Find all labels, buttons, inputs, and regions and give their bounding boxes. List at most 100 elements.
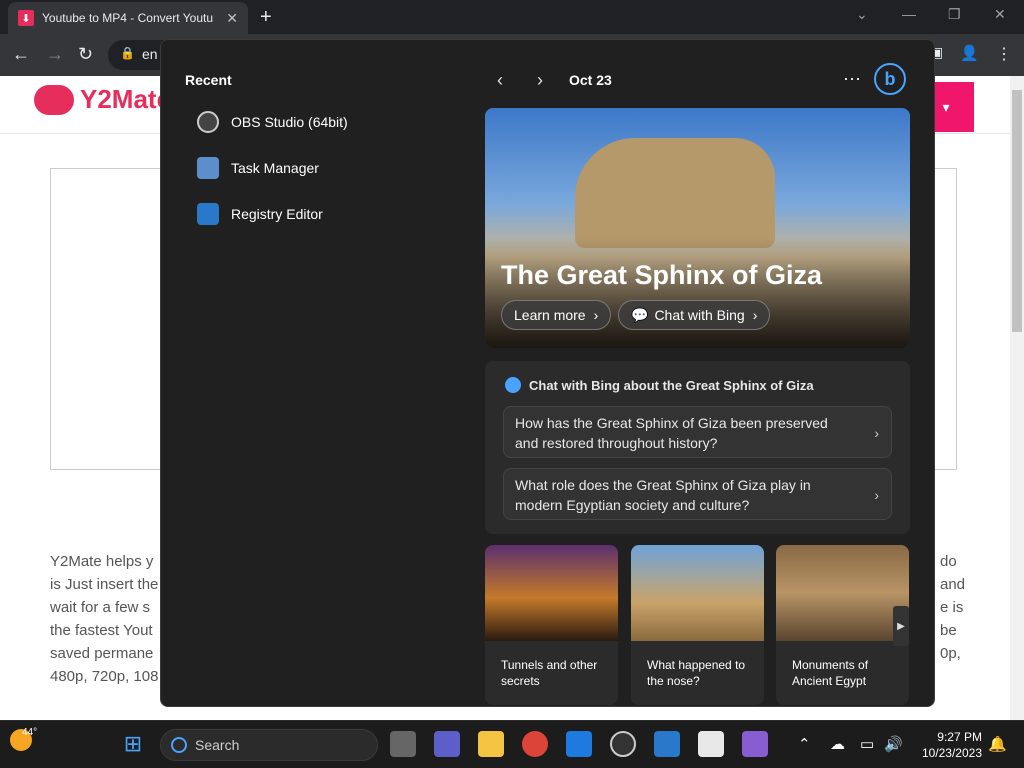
chevron-right-icon: › [874,487,879,503]
paragraph-line: do [940,553,957,570]
tab-strip: ⬇ Youtube to MP4 - Convert Youtu ✕ + ⌄ —… [0,0,1024,34]
chat-suggestions-card: Chat with Bing about the Great Sphinx of… [485,361,910,534]
card-title: Tunnels and other secrets [501,658,598,688]
clock[interactable]: 9:27 PM 10/23/2023 [912,729,982,761]
feed-date: Oct 23 [569,72,612,88]
taskbar-search[interactable]: Search [160,729,378,761]
lock-icon: 🔒 [120,46,135,60]
obs-icon[interactable] [610,731,636,757]
reload-icon[interactable]: ↻ [78,44,93,65]
bing-icon [505,377,521,393]
paragraph-line: be [940,622,957,639]
chat-with-bing-label: Chat with Bing [654,307,745,323]
next-icon[interactable]: › [537,70,543,91]
suggested-question[interactable]: How has the Great Sphinx of Giza been pr… [503,406,892,458]
paragraph-line: 0p, [940,645,961,662]
learn-more-button[interactable]: Learn more › [501,300,612,330]
new-tab-button[interactable]: + [260,6,272,29]
cloud-icon[interactable]: ☁ [830,735,845,753]
url-text: en [142,46,158,62]
tab-title: Youtube to MP4 - Convert Youtu [42,11,214,25]
hero-card[interactable]: The Great Sphinx of Giza Learn more › 💬 … [485,108,910,348]
browser-tab[interactable]: ⬇ Youtube to MP4 - Convert Youtu ✕ [8,2,248,34]
chevron-up-icon[interactable]: ⌃ [798,735,811,753]
question-text: What role does the Great Sphinx of Giza … [515,477,811,513]
close-tab-icon[interactable]: ✕ [226,10,238,27]
minimize-button[interactable]: — [902,6,916,22]
scrollbar-thumb[interactable] [1012,90,1022,332]
card-title: Monuments of Ancient Egypt [792,658,869,688]
taskbar: 44° ⊞ Search ⌃ ☁ ▭ 🔊 9:27 PM 10/23/2023 … [0,720,1024,768]
pyramid-image [485,545,618,641]
recent-item-label: OBS Studio (64bit) [231,114,348,130]
recent-item-registry-editor[interactable]: Registry Editor [197,202,323,226]
site-logo[interactable]: Y2Mate [34,84,171,115]
chevron-right-icon: › [874,425,879,441]
paragraph-line: the fastest Yout [50,622,153,639]
more-options-icon[interactable]: ··· [843,68,861,89]
volume-icon[interactable]: 🔊 [884,735,903,753]
sphinx-image [575,138,775,248]
story-card[interactable]: What happened to the nose? [631,545,764,705]
teams-chat-icon[interactable] [434,731,460,757]
learn-more-label: Learn more [514,307,586,323]
obs-icon [197,111,219,133]
security-shield-icon[interactable] [566,731,592,757]
date: 10/23/2023 [921,746,982,760]
video-editor-icon[interactable] [654,731,680,757]
task-manager-icon [197,157,219,179]
registry-editor-icon [197,203,219,225]
scroll-right-icon[interactable]: ▶ [893,606,909,646]
tab-search-icon[interactable]: ⌄ [856,6,868,23]
paragraph-line: wait for a few s [50,599,151,616]
previous-icon[interactable]: ‹ [497,70,503,91]
paragraph-line: Y2Mate helps y [50,553,154,570]
windows-start-icon[interactable]: ⊞ [120,731,146,757]
paragraph-line: saved permane [50,645,154,662]
profile-icon[interactable]: 👤 [960,44,979,62]
chat-heading-text: Chat with Bing about the Great Sphinx of… [529,377,814,393]
paragraph-line: 480p, 720p, 108 [50,668,159,685]
search-icon [171,737,187,753]
recent-heading: Recent [185,72,232,88]
bing-icon[interactable]: b [874,63,906,95]
download-icon: ⬇ [18,10,34,26]
chevron-right-icon: › [593,307,599,323]
microsoft-store-icon[interactable] [698,731,724,757]
logo-text: Y2Mate [80,84,172,114]
story-card[interactable]: Monuments of Ancient Egypt [776,545,909,705]
time: 9:27 PM [937,730,982,744]
file-explorer-icon[interactable] [478,731,504,757]
widgets-panel: Recent OBS Studio (64bit) Task Manager R… [160,39,935,707]
paragraph-line: e is [940,599,964,616]
temperature: 44° [22,727,38,738]
paragraph-line: is Just insert the [50,576,159,593]
notification-bell-icon[interactable]: 🔔 [988,735,1007,753]
recent-item-task-manager[interactable]: Task Manager [197,156,319,180]
chat-with-bing-button[interactable]: 💬 Chat with Bing › [618,300,771,330]
question-text: How has the Great Sphinx of Giza been pr… [515,415,828,451]
chat-heading: Chat with Bing about the Great Sphinx of… [505,377,814,393]
suggested-question[interactable]: What role does the Great Sphinx of Giza … [503,468,892,520]
story-card[interactable]: Tunnels and other secrets [485,545,618,705]
card-title: What happened to the nose? [647,658,746,688]
search-placeholder: Search [195,737,240,753]
weather-widget[interactable]: 44° [10,727,37,754]
network-icon[interactable]: ▭ [860,735,874,753]
back-arrow-icon[interactable]: ← [12,44,30,65]
task-view-icon[interactable] [390,731,416,757]
recent-item-label: Task Manager [231,160,319,176]
forward-arrow-icon[interactable]: → [46,44,64,65]
close-window-button[interactable]: ✕ [994,6,1006,23]
cloud-download-icon [34,84,74,115]
chrome-icon[interactable] [522,731,548,757]
monument-image [776,545,909,641]
restore-button[interactable]: ❐ [948,6,961,23]
menu-kebab-icon[interactable]: ⋮ [996,44,1012,64]
recent-item-label: Registry Editor [231,206,323,222]
paragraph-line: and [940,576,966,593]
recent-item-obs[interactable]: OBS Studio (64bit) [197,110,348,134]
sphinx-face-image [631,545,764,641]
hero-title: The Great Sphinx of Giza [501,260,823,290]
clipchamp-icon[interactable] [742,731,768,757]
